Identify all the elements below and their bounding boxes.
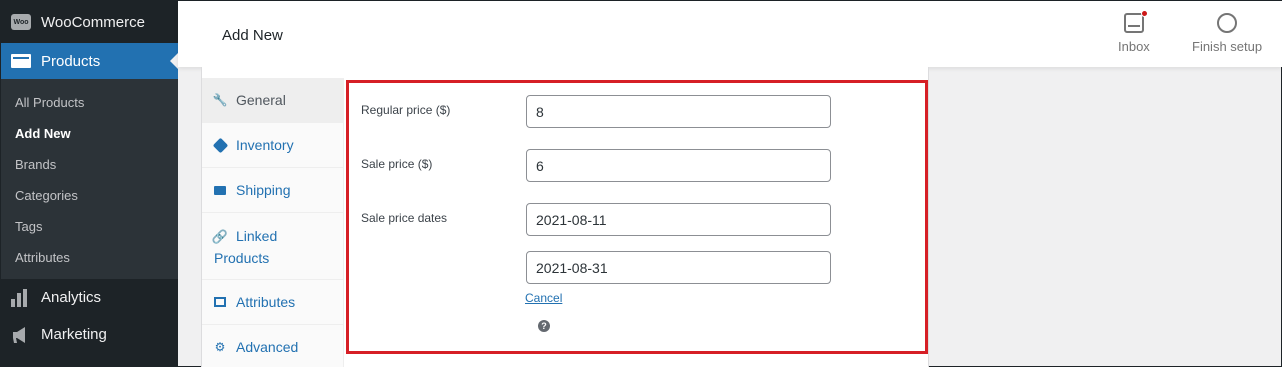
analytics-bar-chart-icon [11,288,31,307]
inbox-icon [1123,10,1148,33]
sidebar-item-label: WooCommerce [41,13,145,31]
cancel-schedule-link[interactable]: Cancel [525,291,562,305]
finish-setup-label: Finish setup [1192,39,1263,54]
sale-price-input[interactable]: 6 [526,149,831,182]
sidebar-item-label: Products [41,52,101,70]
sale-price-label: Sale price ($) [361,157,433,171]
woocommerce-logo-icon: Woo [11,14,31,30]
tab-attributes[interactable]: Attributes [202,280,343,325]
tab-label-line2: Products [214,250,270,266]
tab-label: Advanced [236,339,299,355]
regular-price-input[interactable]: 8 [526,95,831,128]
truck-icon [214,184,226,196]
attributes-list-icon [214,296,226,308]
tab-label: Attributes [236,294,296,310]
sidebar-item-marketing[interactable]: Marketing [1,316,178,353]
wrench-icon: 🔧 [212,93,228,107]
submenu-tags[interactable]: Tags [1,211,178,242]
pricing-section-highlight: Regular price ($) 8 Sale price ($) 6 Sal… [346,80,928,354]
submenu-brands[interactable]: Brands [1,149,178,180]
tab-inventory[interactable]: Inventory [202,123,343,168]
sale-date-to-input[interactable]: 2021-08-31 [526,251,831,284]
sale-date-from-input[interactable]: 2021-08-11 [526,203,831,236]
tab-shipping[interactable]: Shipping [202,168,343,213]
inbox-label: Inbox [1118,39,1150,54]
megaphone-icon [11,326,31,344]
page-title: Add New [222,27,283,44]
notification-dot-icon [1140,10,1148,17]
sidebar-item-products[interactable]: Products [1,43,178,79]
progress-circle-icon [1217,13,1238,33]
tab-label: Linked [236,228,278,244]
admin-sidebar: Woo WooCommerce Products All Products Ad… [1,1,178,367]
inbox-button[interactable]: Inbox [1118,10,1150,54]
product-data-tabs: 🔧 General Inventory Shipping 🔗 Linked Pro… [202,78,344,367]
submenu-all-products[interactable]: All Products [1,87,178,118]
gear-icon: ⚙ [214,340,226,354]
tab-label: Shipping [236,182,291,198]
sidebar-item-label: Analytics [41,289,102,306]
submenu-add-new[interactable]: Add New [1,118,178,149]
tab-linked-products[interactable]: 🔗 Linked Products [202,213,343,280]
sidebar-item-woocommerce[interactable]: Woo WooCommerce [1,1,178,43]
page-header: Add New Inbox Finish setup [178,1,1282,67]
products-submenu: All Products Add New Brands Categories T… [1,79,178,279]
submenu-categories[interactable]: Categories [1,180,178,211]
tag-icon [212,137,228,153]
sale-price-dates-label: Sale price dates [361,211,448,225]
finish-setup-button[interactable]: Finish setup [1192,13,1262,54]
tab-label: Inventory [236,137,294,153]
regular-price-label: Regular price ($) [361,103,451,117]
tab-advanced[interactable]: ⚙ Advanced [202,325,343,367]
link-icon: 🔗 [211,229,229,244]
products-box-icon [11,54,31,68]
submenu-attributes[interactable]: Attributes [1,242,178,273]
help-question-icon[interactable]: ? [538,320,550,332]
sidebar-item-label: Marketing [41,326,107,343]
tab-label: General [236,92,286,108]
sidebar-item-analytics[interactable]: Analytics [1,279,178,316]
tab-general[interactable]: 🔧 General [202,78,343,123]
